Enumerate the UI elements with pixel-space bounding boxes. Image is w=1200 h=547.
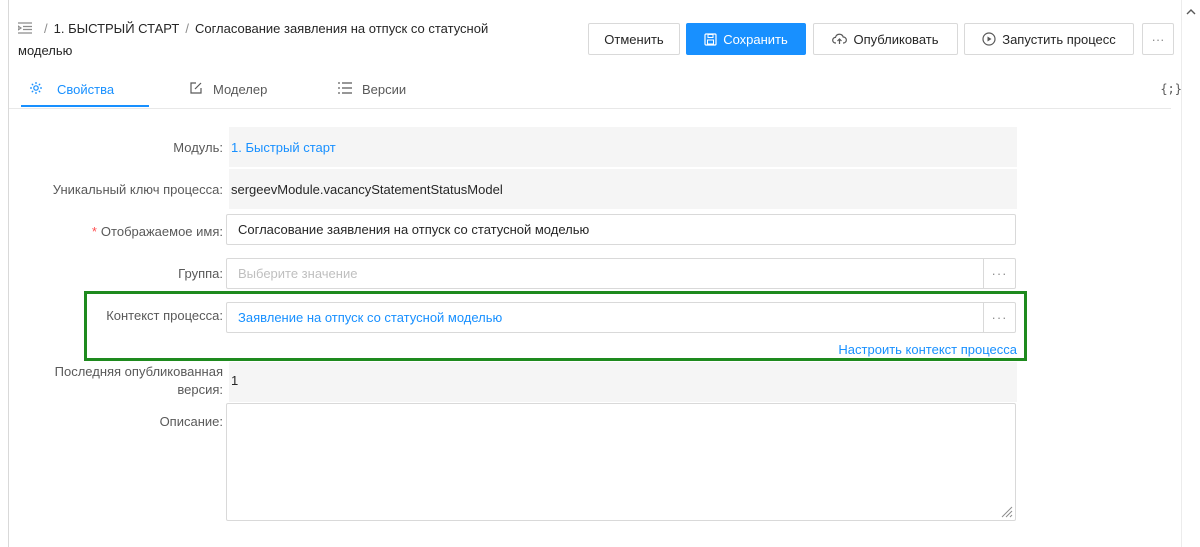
scroll-up-icon[interactable] (1186, 4, 1196, 15)
group-placeholder: Выберите значение (238, 266, 358, 281)
breadcrumb-title: Согласование заявления на отпуск со стат… (194, 21, 489, 36)
gear-icon (29, 81, 43, 98)
tab-properties-label: Свойства (57, 81, 115, 97)
required-mark: * (91, 224, 97, 239)
configure-context-link[interactable]: Настроить контекст процесса (838, 342, 1017, 357)
process-key-value: sergeevModule.vacancyStatementStatusMode… (231, 182, 503, 197)
tab-versions[interactable]: Версии (338, 70, 406, 108)
edit-icon (189, 81, 203, 98)
vertical-scrollbar[interactable] (1181, 0, 1200, 547)
description-textarea[interactable] (226, 403, 1016, 521)
display-name-input[interactable]: Согласование заявления на отпуск со стат… (226, 214, 1016, 245)
resize-grip-icon[interactable] (1001, 506, 1013, 518)
display-name-label: * Отображаемое имя: (92, 224, 223, 239)
module-label: Модуль: (173, 140, 223, 155)
tab-properties[interactable]: Свойства (29, 70, 114, 108)
breadcrumb-title-cont: моделью (18, 43, 73, 58)
group-label: Группа: (178, 266, 223, 281)
save-button[interactable]: Сохранить (686, 23, 806, 55)
active-tab-indicator (21, 105, 149, 107)
more-actions-button[interactable]: ··· (1142, 23, 1174, 55)
save-button-label: Сохранить (723, 31, 788, 47)
collapse-menu-icon[interactable] (17, 19, 32, 34)
display-name-label-text: Отображаемое имя: (100, 224, 223, 239)
more-icon: ··· (1151, 31, 1165, 47)
tab-modeler-label: Моделер (213, 81, 268, 97)
list-icon (338, 81, 352, 97)
module-row-bg (229, 127, 1017, 167)
breadcrumb: / 1. БЫСТРЫЙ СТАРТ / Согласование заявления… (17, 18, 578, 62)
last-version-value: 1 (231, 373, 239, 388)
module-value[interactable]: 1. Быстрый старт (231, 140, 336, 155)
context-label: Контекст процесса: (106, 308, 223, 323)
context-value[interactable]: Заявление на отпуск со статусной моделью (238, 310, 502, 325)
context-picker-button[interactable]: ··· (983, 303, 1015, 332)
process-key-label: Уникальный ключ процесса: (52, 182, 223, 197)
group-select[interactable]: Выберите значение ··· (226, 258, 1016, 289)
save-icon (704, 32, 717, 46)
breadcrumb-separator: / (44, 21, 48, 36)
description-label: Описание: (159, 414, 223, 429)
play-circle-icon (982, 32, 996, 46)
last-version-label-line2: версия: (177, 382, 223, 397)
cloud-upload-icon (832, 33, 848, 45)
cancel-button-label: Отменить (604, 31, 664, 47)
last-version-label-line1: Последняя опубликованная (54, 364, 223, 379)
breadcrumb-section[interactable]: 1. БЫСТРЫЙ СТАРТ (54, 21, 180, 36)
tab-bar: Свойства Моделер Версии (9, 70, 1171, 109)
last-version-row-bg (229, 362, 1017, 402)
run-process-button[interactable]: Запустить процесс (964, 23, 1134, 55)
tab-versions-label: Версии (362, 81, 407, 97)
run-process-button-label: Запустить процесс (1002, 31, 1116, 47)
publish-button[interactable]: Опубликовать (813, 23, 958, 55)
publish-button-label: Опубликовать (853, 31, 939, 47)
tab-modeler[interactable]: Моделер (189, 70, 267, 108)
display-name-value: Согласование заявления на отпуск со стат… (238, 222, 590, 237)
last-version-label: Последняя опубликованная версия: (55, 363, 223, 399)
group-picker-button[interactable]: ··· (983, 259, 1015, 288)
breadcrumb-separator: / (185, 21, 189, 36)
json-view-toggle[interactable]: {;} (1160, 82, 1182, 96)
context-select[interactable]: Заявление на отпуск со статусной моделью… (226, 302, 1016, 333)
cancel-button[interactable]: Отменить (588, 23, 680, 55)
